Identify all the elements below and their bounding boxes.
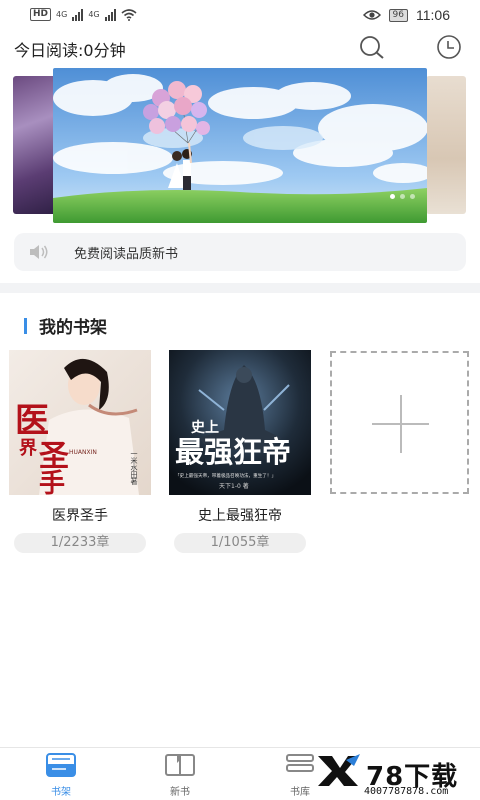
signal-label-1: 4G — [56, 10, 68, 19]
status-left: HD 4G 4G — [30, 8, 137, 21]
cover-author: 天下1-0 著 — [219, 482, 249, 490]
watermark-url: 4007787878.com — [364, 786, 449, 797]
book-card[interactable]: 医 界 圣 手 HUANXIN 一米水田著 医界圣手 1/2233章 — [9, 350, 151, 553]
book-card[interactable]: 史上 最强狂帝 「史上最强天帝，带着极品召唤功法，重生了！」 天下1-0 著 史… — [169, 350, 311, 553]
book-progress: 1/1055章 — [174, 533, 306, 553]
shelf-title: 我的书架 — [39, 318, 107, 338]
carousel-dot[interactable] — [390, 194, 395, 199]
status-bar: HD 4G 4G 96 11:06 — [0, 0, 480, 30]
notice-bar[interactable]: 免费阅读品质新书 — [14, 233, 466, 271]
book-cover-art: 史上 最强狂帝 「史上最强天帝，带着极品召唤功法，重生了！」 天下1-0 著 — [169, 350, 311, 495]
book-cover: 史上 最强狂帝 「史上最强天帝，带着极品召唤功法，重生了！」 天下1-0 著 — [169, 350, 311, 495]
carousel-dot[interactable] — [400, 194, 405, 199]
top-header: 今日阅读:0分钟 — [0, 30, 480, 66]
book-cover-art: 医 界 圣 手 HUANXIN 一米水田著 — [9, 350, 151, 495]
cover-pinyin: HUANXIN — [69, 449, 97, 456]
book-title: 医界圣手 — [52, 508, 108, 524]
notice-text: 免费阅读品质新书 — [74, 247, 179, 262]
cover-title-char: 界 — [19, 438, 37, 459]
history-clock-icon[interactable] — [434, 34, 464, 62]
add-book-button[interactable] — [330, 351, 469, 494]
carousel-dot[interactable] — [410, 194, 415, 199]
banner-illustration — [53, 68, 427, 223]
wifi-icon — [121, 8, 137, 21]
search-icon[interactable] — [356, 34, 386, 62]
tab-label: 书架 — [51, 787, 71, 798]
book-cover: 医 界 圣 手 HUANXIN 一米水田著 — [9, 350, 151, 495]
tab-label: 新书 — [170, 787, 190, 798]
banner-carousel — [0, 68, 480, 226]
cover-tagline: 「史上最强天帝，带着极品召唤功法，重生了！」 — [175, 472, 276, 479]
watermark-78xiazai: 78下载 4007787878.com — [314, 752, 480, 800]
watermark-logo-icon — [318, 754, 360, 786]
signal-label-2: 4G — [88, 10, 100, 19]
open-book-icon — [165, 754, 195, 776]
banner-prev-card[interactable] — [13, 76, 57, 214]
banner-next-card[interactable] — [426, 76, 466, 214]
shelf-header: 我的书架 — [24, 313, 107, 338]
tab-new-books[interactable]: 新书 — [150, 752, 210, 798]
signal-icon-2 — [104, 8, 116, 21]
shelf-accent-bar — [24, 317, 27, 334]
hd-badge: HD — [30, 8, 52, 21]
book-progress: 1/2233章 — [14, 533, 146, 553]
cover-title-char: 手 — [39, 469, 65, 495]
speaker-icon — [30, 245, 48, 259]
plus-icon-vertical — [400, 395, 402, 453]
eye-icon — [362, 10, 381, 20]
tab-bookshelf[interactable]: 书架 — [31, 752, 91, 798]
cover-title-main: 最强狂帝 — [175, 435, 291, 469]
app-screen: HD 4G 4G 96 11:06 今日阅读:0分钟 免费阅读品质新书 我的书架… — [0, 0, 480, 800]
cover-title-char: 医 — [15, 401, 49, 441]
today-reading-time: 今日阅读:0分钟 — [14, 41, 126, 60]
signal-icon — [72, 8, 84, 21]
banner-main[interactable] — [53, 68, 427, 223]
cover-author: 一米水田著 — [130, 450, 138, 486]
carousel-dots — [390, 194, 415, 199]
book-title: 史上最强狂帝 — [198, 508, 282, 524]
status-right: 96 11:06 — [362, 7, 450, 23]
section-divider — [0, 283, 480, 293]
library-icon — [286, 754, 314, 772]
bookshelf-icon — [46, 753, 76, 777]
battery-indicator: 96 — [388, 8, 408, 22]
cover-title-top: 史上 — [191, 420, 219, 436]
clock: 11:06 — [416, 7, 450, 23]
